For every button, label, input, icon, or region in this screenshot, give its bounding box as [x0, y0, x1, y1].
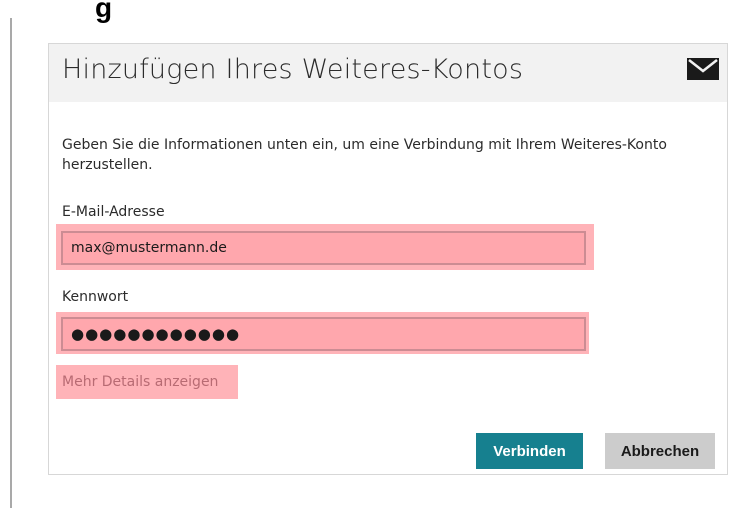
left-divider — [10, 18, 12, 508]
cut-off-heading-fragment: g — [95, 0, 113, 23]
password-label: Kennwort — [62, 289, 129, 305]
more-details-link[interactable]: Mehr Details anzeigen — [62, 374, 218, 390]
password-value: ●●●●●●●●●●●● — [71, 325, 241, 343]
add-account-dialog: Hinzufügen Ihres Weiteres-Kontos Geben S… — [48, 43, 728, 475]
email-label: E-Mail-Adresse — [62, 204, 165, 220]
dialog-title: Hinzufügen Ihres Weiteres-Kontos — [62, 54, 524, 85]
email-field[interactable]: max@mustermann.de — [61, 231, 586, 265]
connect-button[interactable]: Verbinden — [476, 433, 583, 469]
mail-icon — [687, 58, 719, 80]
email-value: max@mustermann.de — [71, 240, 227, 256]
password-field[interactable]: ●●●●●●●●●●●● — [61, 317, 586, 351]
dialog-description: Geben Sie die Informationen unten ein, u… — [62, 137, 667, 173]
dialog-header: Hinzufügen Ihres Weiteres-Kontos — [49, 44, 727, 102]
cancel-button[interactable]: Abbrechen — [605, 433, 715, 469]
